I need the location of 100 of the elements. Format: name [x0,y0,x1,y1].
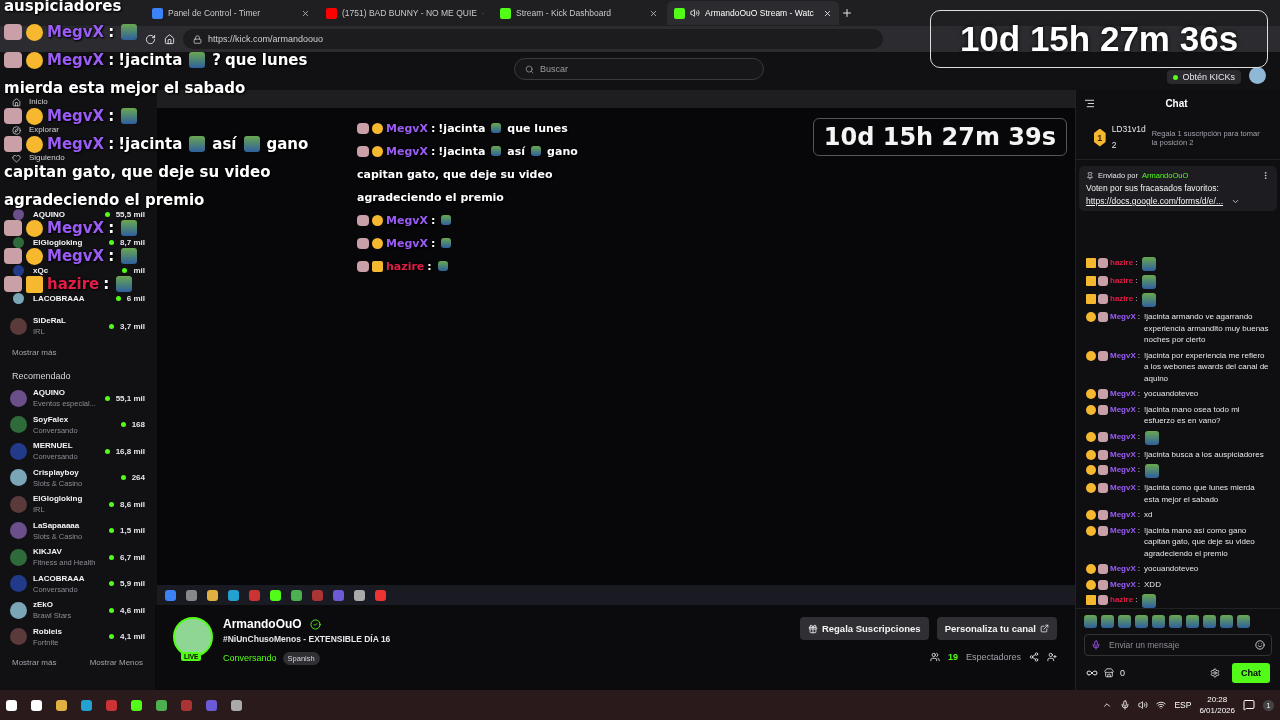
avatar-icon[interactable] [1249,67,1266,84]
live-dot-icon [104,395,110,401]
channel-name[interactable]: SoyFalex [33,413,115,425]
reload-icon[interactable] [145,33,156,45]
show-more-link[interactable]: Mostrar más [8,650,61,675]
emote-icon[interactable] [1186,615,1199,628]
message-field[interactable]: Enviar un mensaje [1084,634,1272,656]
avatar-icon[interactable] [10,601,27,619]
nav-item[interactable]: Inicio [8,97,48,107]
customize-channel-button[interactable]: Personaliza tu canal [936,617,1057,640]
chevron-up-icon[interactable] [1102,700,1113,710]
network-icon[interactable] [1156,700,1167,710]
separator: : [1137,464,1141,476]
pinned-link[interactable]: https://docs.google.com/forms/d/e/... [1086,196,1223,206]
emote-icon[interactable] [1101,615,1114,628]
settings-icon[interactable] [1210,668,1220,678]
channel-name[interactable]: SiDeRaL [33,315,104,326]
channel-name[interactable]: KIKJAV [33,546,104,558]
show-less-link[interactable]: Mostrar Menos [85,650,147,675]
more-icon[interactable] [1261,171,1270,180]
collapse-icon[interactable] [1084,97,1095,109]
follow-icon[interactable] [1047,652,1057,662]
chat-text: mierda esta mejor el sabado [4,79,246,97]
message-input[interactable]: Enviar un mensaje [1107,639,1249,651]
channel-name[interactable]: ElGlogloking [33,493,104,505]
channel-name[interactable]: AQUINO [33,387,99,399]
viewer-count: 168 [131,420,145,430]
message-text: !jacinta mano así como gano capitan gato, que deje su video agradeciendo el premio [1144,524,1256,559]
show-more-link[interactable]: Mostrar más [8,340,147,365]
avatar-icon [1098,564,1108,574]
browser-tab[interactable]: (1751) BAD BUNNY - NO ME QUIE [319,1,491,25]
taskbar-app-icon[interactable] [6,699,17,711]
close-icon[interactable] [823,8,832,18]
close-icon[interactable] [301,8,310,18]
browser-tab[interactable]: ArmandoOuO Stream - Watc [667,1,839,25]
emote-icon[interactable] [1203,615,1216,628]
channel-name[interactable]: Robleis [33,625,104,637]
taskbar-app-icon[interactable] [56,699,67,711]
browser-tab[interactable]: Panel de Control - Timer [145,1,317,25]
channel-name[interactable]: Crisplayboy [33,466,115,478]
channel-name[interactable]: ElGlogloking [33,236,104,248]
channel-avatar[interactable] [173,617,213,657]
separator: : [108,247,115,265]
channel-name[interactable]: AQUINO [33,208,99,220]
nav-item[interactable]: Siguiendo [8,153,65,163]
taskbar-app-icon[interactable] [156,699,167,711]
nav-item[interactable]: Explorar [8,125,59,135]
channel-name[interactable]: MERNUEL [33,440,99,452]
taskbar-app-icon[interactable] [31,699,42,711]
browser-tab[interactable]: Stream - Kick Dashboard [493,1,665,25]
gift-subs-button[interactable]: Regala Suscripciones [799,617,929,640]
message-text: !jacinta [118,51,183,69]
message-text: !jacinta mano osea todo mi esfuerzo es en vano? [1144,403,1241,427]
chat-title: Chat [1164,97,1189,109]
store-icon[interactable] [1104,668,1114,678]
close-icon[interactable] [649,8,658,18]
channel-name[interactable]: LACOBRAAA [33,572,104,584]
emote-icon[interactable] [1152,615,1165,628]
search-field[interactable]: Buscar [514,58,764,80]
emote-icon[interactable] [1169,615,1182,628]
emote-icon[interactable] [1220,615,1233,628]
taskbar-app-icon[interactable] [131,699,142,711]
mic-icon[interactable] [1120,700,1131,710]
get-kicks-button[interactable]: Obtén KICKs [1167,70,1241,84]
channel-name[interactable]: zEkO [33,599,104,611]
share-icon[interactable] [1029,652,1039,662]
language-indicator[interactable]: ESP [1174,700,1192,710]
username: hazire [1110,293,1134,305]
speaker-icon[interactable] [1138,700,1149,710]
message-text: XDD [1144,578,1162,590]
send-button[interactable]: Chat [1232,663,1270,683]
separator: : [108,23,115,41]
emote-icon [1145,464,1160,478]
category-link[interactable]: Conversando [223,653,277,663]
username: MegvX [47,107,105,125]
channel-name[interactable]: ArmandoOuO [223,617,302,631]
emote-icon [116,276,133,292]
gift-count: 2 [1111,139,1117,150]
address-bar[interactable]: https://kick.com/armandoouo [183,29,883,49]
channel-name[interactable]: LACOBRAAA [33,292,110,304]
channel-name[interactable]: LaSapaaaaa [33,519,104,531]
taskbar-app-icon[interactable] [231,699,242,711]
emote-icon[interactable] [1237,615,1250,628]
username: MegvX [1110,311,1136,323]
emote-icon[interactable] [1118,615,1131,628]
username: MegvX [386,236,428,250]
separator: : [1137,448,1141,460]
clock[interactable]: 20:28 6/01/2026 [1199,694,1235,716]
emote-icon [121,108,138,124]
emote-icon[interactable] [1084,615,1097,628]
notifications-icon[interactable] [1243,699,1255,711]
live-dot-icon [109,607,115,613]
new-tab-icon[interactable] [841,7,853,19]
channel-name[interactable]: xQc [33,264,117,276]
emoji-icon[interactable] [1255,640,1265,650]
lock-icon [193,34,202,44]
emote-icon[interactable] [1135,615,1148,628]
home-icon[interactable] [164,33,175,45]
avatar-icon[interactable] [10,469,27,487]
avatar-icon[interactable] [13,292,24,304]
